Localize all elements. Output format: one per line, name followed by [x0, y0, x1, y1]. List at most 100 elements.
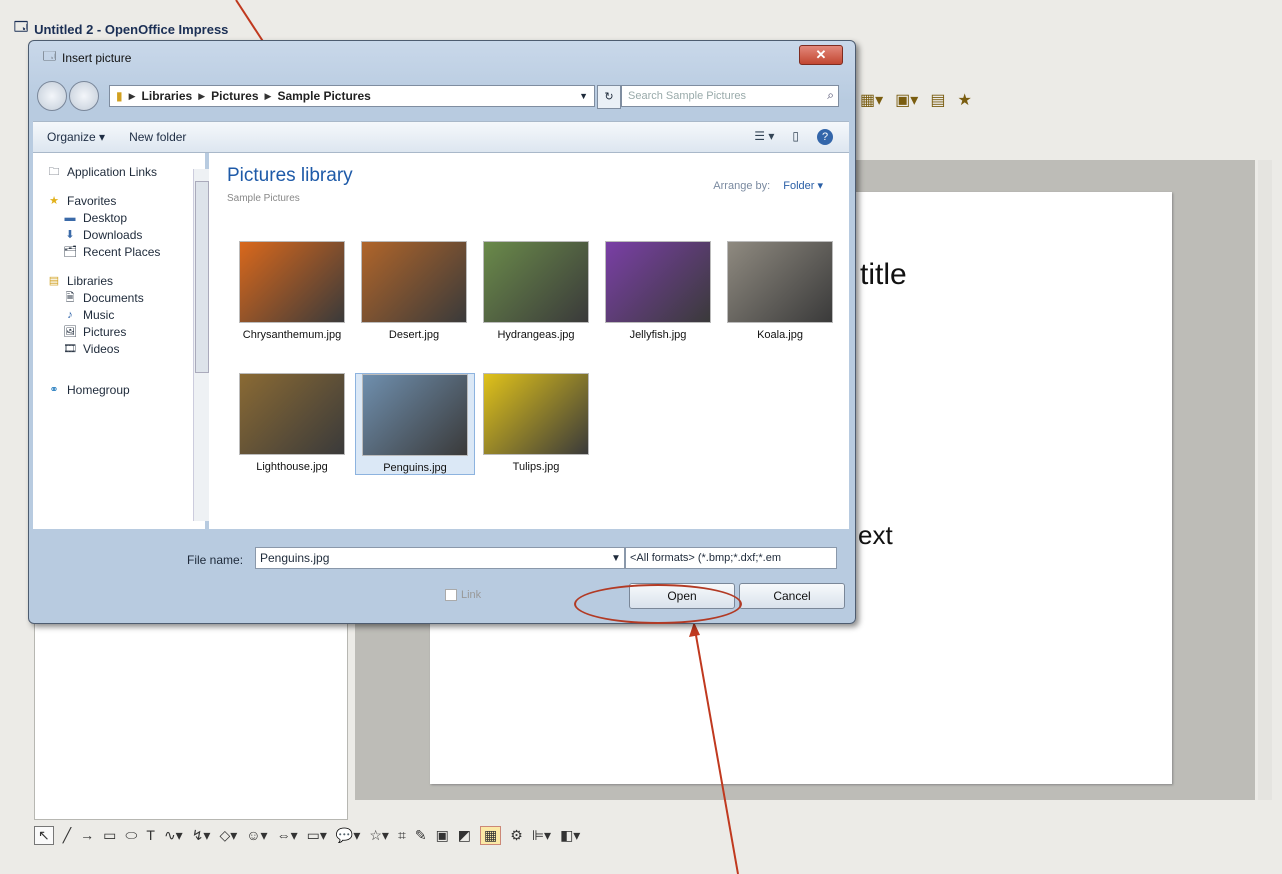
- preview-pane-icon[interactable]: ▯: [792, 129, 799, 145]
- file-name-dropdown-icon[interactable]: ▼: [611, 553, 621, 564]
- nav-videos[interactable]: 🎞 Videos: [33, 340, 205, 357]
- toolbar-gallery-icon[interactable]: ▤: [930, 90, 945, 110]
- file-item[interactable]: Jellyfish.jpg: [599, 241, 717, 341]
- file-name-field[interactable]: Penguins.jpg: [255, 547, 625, 569]
- arrange-by-label: Arrange by:: [713, 180, 771, 192]
- search-input[interactable]: Search Sample Pictures ⌕: [621, 85, 839, 107]
- flowchart-icon[interactable]: ▭▾: [307, 827, 327, 844]
- file-item[interactable]: Desert.jpg: [355, 241, 473, 341]
- from-file-icon[interactable]: ▣: [436, 827, 449, 844]
- toolbar-star-icon[interactable]: ★: [957, 90, 971, 110]
- alignment-icon[interactable]: ⊫▾: [532, 827, 551, 844]
- slide-text-placeholder[interactable]: ext: [858, 520, 893, 551]
- stars-icon[interactable]: ☆▾: [369, 827, 389, 844]
- nav-label: Libraries: [67, 273, 114, 288]
- libraries-icon: ▤: [48, 274, 60, 287]
- text-icon[interactable]: T: [146, 827, 155, 843]
- line-icon[interactable]: ╱: [63, 827, 71, 844]
- recent-places-icon: 🗂: [63, 245, 77, 258]
- toolbar-picture-icon[interactable]: ▦▾: [860, 90, 883, 110]
- back-button[interactable]: [37, 81, 67, 111]
- block-arrows-icon[interactable]: ⇔▾: [277, 827, 298, 844]
- nav-label: Desktop: [83, 210, 128, 225]
- nav-documents[interactable]: 🗎 Documents: [33, 289, 205, 306]
- ellipse-icon[interactable]: ⬭: [125, 827, 137, 844]
- thumbnail-image: [361, 241, 467, 323]
- pictures-icon: 🖼: [63, 325, 77, 338]
- nav-libraries[interactable]: ▤ Libraries: [33, 272, 205, 289]
- extrusion-icon[interactable]: ⚙: [510, 827, 523, 844]
- downloads-icon: ⬇: [65, 228, 75, 241]
- nav-label: Videos: [83, 341, 120, 356]
- arrange-by-dropdown[interactable]: Folder ▾: [783, 180, 823, 192]
- search-icon[interactable]: ⌕: [827, 88, 834, 103]
- link-folder-icon: 🗀: [48, 165, 60, 178]
- nav-homegroup[interactable]: ⚭ Homegroup: [33, 381, 205, 398]
- address-bar[interactable]: ▮ ▶ Libraries ▶ Pictures ▶ Sample Pictur…: [109, 85, 595, 107]
- library-subtitle: Sample Pictures: [227, 193, 300, 204]
- file-view: Pictures library Sample Pictures Arrange…: [209, 153, 849, 529]
- dialog-titlebar: 🗔 Insert picture: [43, 47, 131, 68]
- select-arrow-icon[interactable]: ↖: [34, 825, 54, 845]
- file-name: Penguins.jpg: [383, 462, 447, 474]
- breadcrumb-separator-icon: ▶: [264, 90, 272, 101]
- help-icon[interactable]: ?: [817, 129, 833, 145]
- nav-label: Music: [83, 307, 115, 322]
- nav-music[interactable]: ♪ Music: [33, 306, 205, 323]
- close-button[interactable]: ✕: [799, 45, 843, 65]
- points-icon[interactable]: ⌗: [398, 827, 406, 844]
- breadcrumb-sample-pictures[interactable]: Sample Pictures: [277, 89, 370, 103]
- insert-picture-icon[interactable]: ▦: [480, 825, 502, 845]
- connector-icon[interactable]: ↯▾: [192, 827, 211, 844]
- file-item-selected[interactable]: Penguins.jpg: [355, 373, 475, 475]
- basic-shapes-icon[interactable]: ◇▾: [219, 827, 237, 844]
- gallery-icon[interactable]: ◩: [458, 827, 471, 844]
- refresh-button[interactable]: ↻: [597, 85, 621, 109]
- link-checkbox[interactable]: Link: [445, 589, 481, 601]
- search-placeholder: Search Sample Pictures: [628, 90, 746, 102]
- nav-application-links[interactable]: 🗀 Application Links: [33, 163, 205, 180]
- nav-label: Pictures: [83, 324, 127, 339]
- organize-button[interactable]: Organize ▾: [47, 130, 105, 144]
- file-item[interactable]: Koala.jpg: [721, 241, 839, 341]
- callouts-icon[interactable]: 💬▾: [336, 827, 360, 844]
- address-dropdown-icon[interactable]: ▼: [579, 91, 588, 101]
- nav-favorites[interactable]: ★ Favorites: [33, 192, 205, 209]
- view-options-icon[interactable]: ☰ ▾: [754, 129, 774, 145]
- file-item[interactable]: Hydrangeas.jpg: [477, 241, 595, 341]
- nav-recent-places[interactable]: 🗂 Recent Places: [33, 243, 205, 260]
- nav-scrollbar-thumb[interactable]: [195, 181, 209, 373]
- file-name: Lighthouse.jpg: [256, 461, 328, 473]
- cancel-button[interactable]: Cancel: [739, 583, 845, 609]
- file-type-select[interactable]: <All formats> (*.bmp;*.dxf;*.em: [625, 547, 837, 569]
- file-name: Tulips.jpg: [512, 461, 560, 473]
- nav-pictures[interactable]: 🖼 Pictures: [33, 323, 205, 340]
- nav-desktop[interactable]: ▬ Desktop: [33, 209, 205, 226]
- file-name: Chrysanthemum.jpg: [242, 329, 342, 341]
- checkbox-icon[interactable]: [445, 589, 457, 601]
- arrange-icon[interactable]: ◧▾: [560, 827, 580, 844]
- nav-downloads[interactable]: ⬇ Downloads: [33, 226, 205, 243]
- toolbar-shape-icon[interactable]: ▣▾: [895, 90, 918, 110]
- rectangle-icon[interactable]: ▭: [103, 827, 116, 844]
- dialog-title: Insert picture: [62, 50, 132, 65]
- file-item[interactable]: Lighthouse.jpg: [233, 373, 351, 473]
- breadcrumb-libraries[interactable]: Libraries: [142, 89, 193, 103]
- new-folder-button[interactable]: New folder: [129, 130, 186, 144]
- insert-picture-dialog: 🗔 Insert picture ✕ ▮ ▶ Libraries ▶ Pictu…: [28, 40, 856, 624]
- videos-icon: 🎞: [63, 342, 77, 355]
- file-name: Hydrangeas.jpg: [497, 329, 575, 341]
- slide-title-placeholder[interactable]: title: [860, 258, 907, 292]
- line-arrow-icon[interactable]: →: [80, 827, 94, 843]
- vertical-scrollbar[interactable]: [1258, 160, 1272, 800]
- file-item[interactable]: Tulips.jpg: [477, 373, 595, 473]
- curve-icon[interactable]: ∿▾: [164, 827, 183, 844]
- fontwork-icon[interactable]: ✎: [415, 827, 427, 844]
- forward-button[interactable]: [69, 81, 99, 111]
- command-bar: Organize ▾ New folder ☰ ▾ ▯ ?: [33, 121, 849, 153]
- symbol-shapes-icon[interactable]: ☺▾: [246, 827, 267, 844]
- file-item[interactable]: Chrysanthemum.jpg: [233, 241, 351, 341]
- link-label: Link: [461, 589, 482, 601]
- breadcrumb-pictures[interactable]: Pictures: [211, 89, 258, 103]
- thumbnail-image: [239, 241, 345, 323]
